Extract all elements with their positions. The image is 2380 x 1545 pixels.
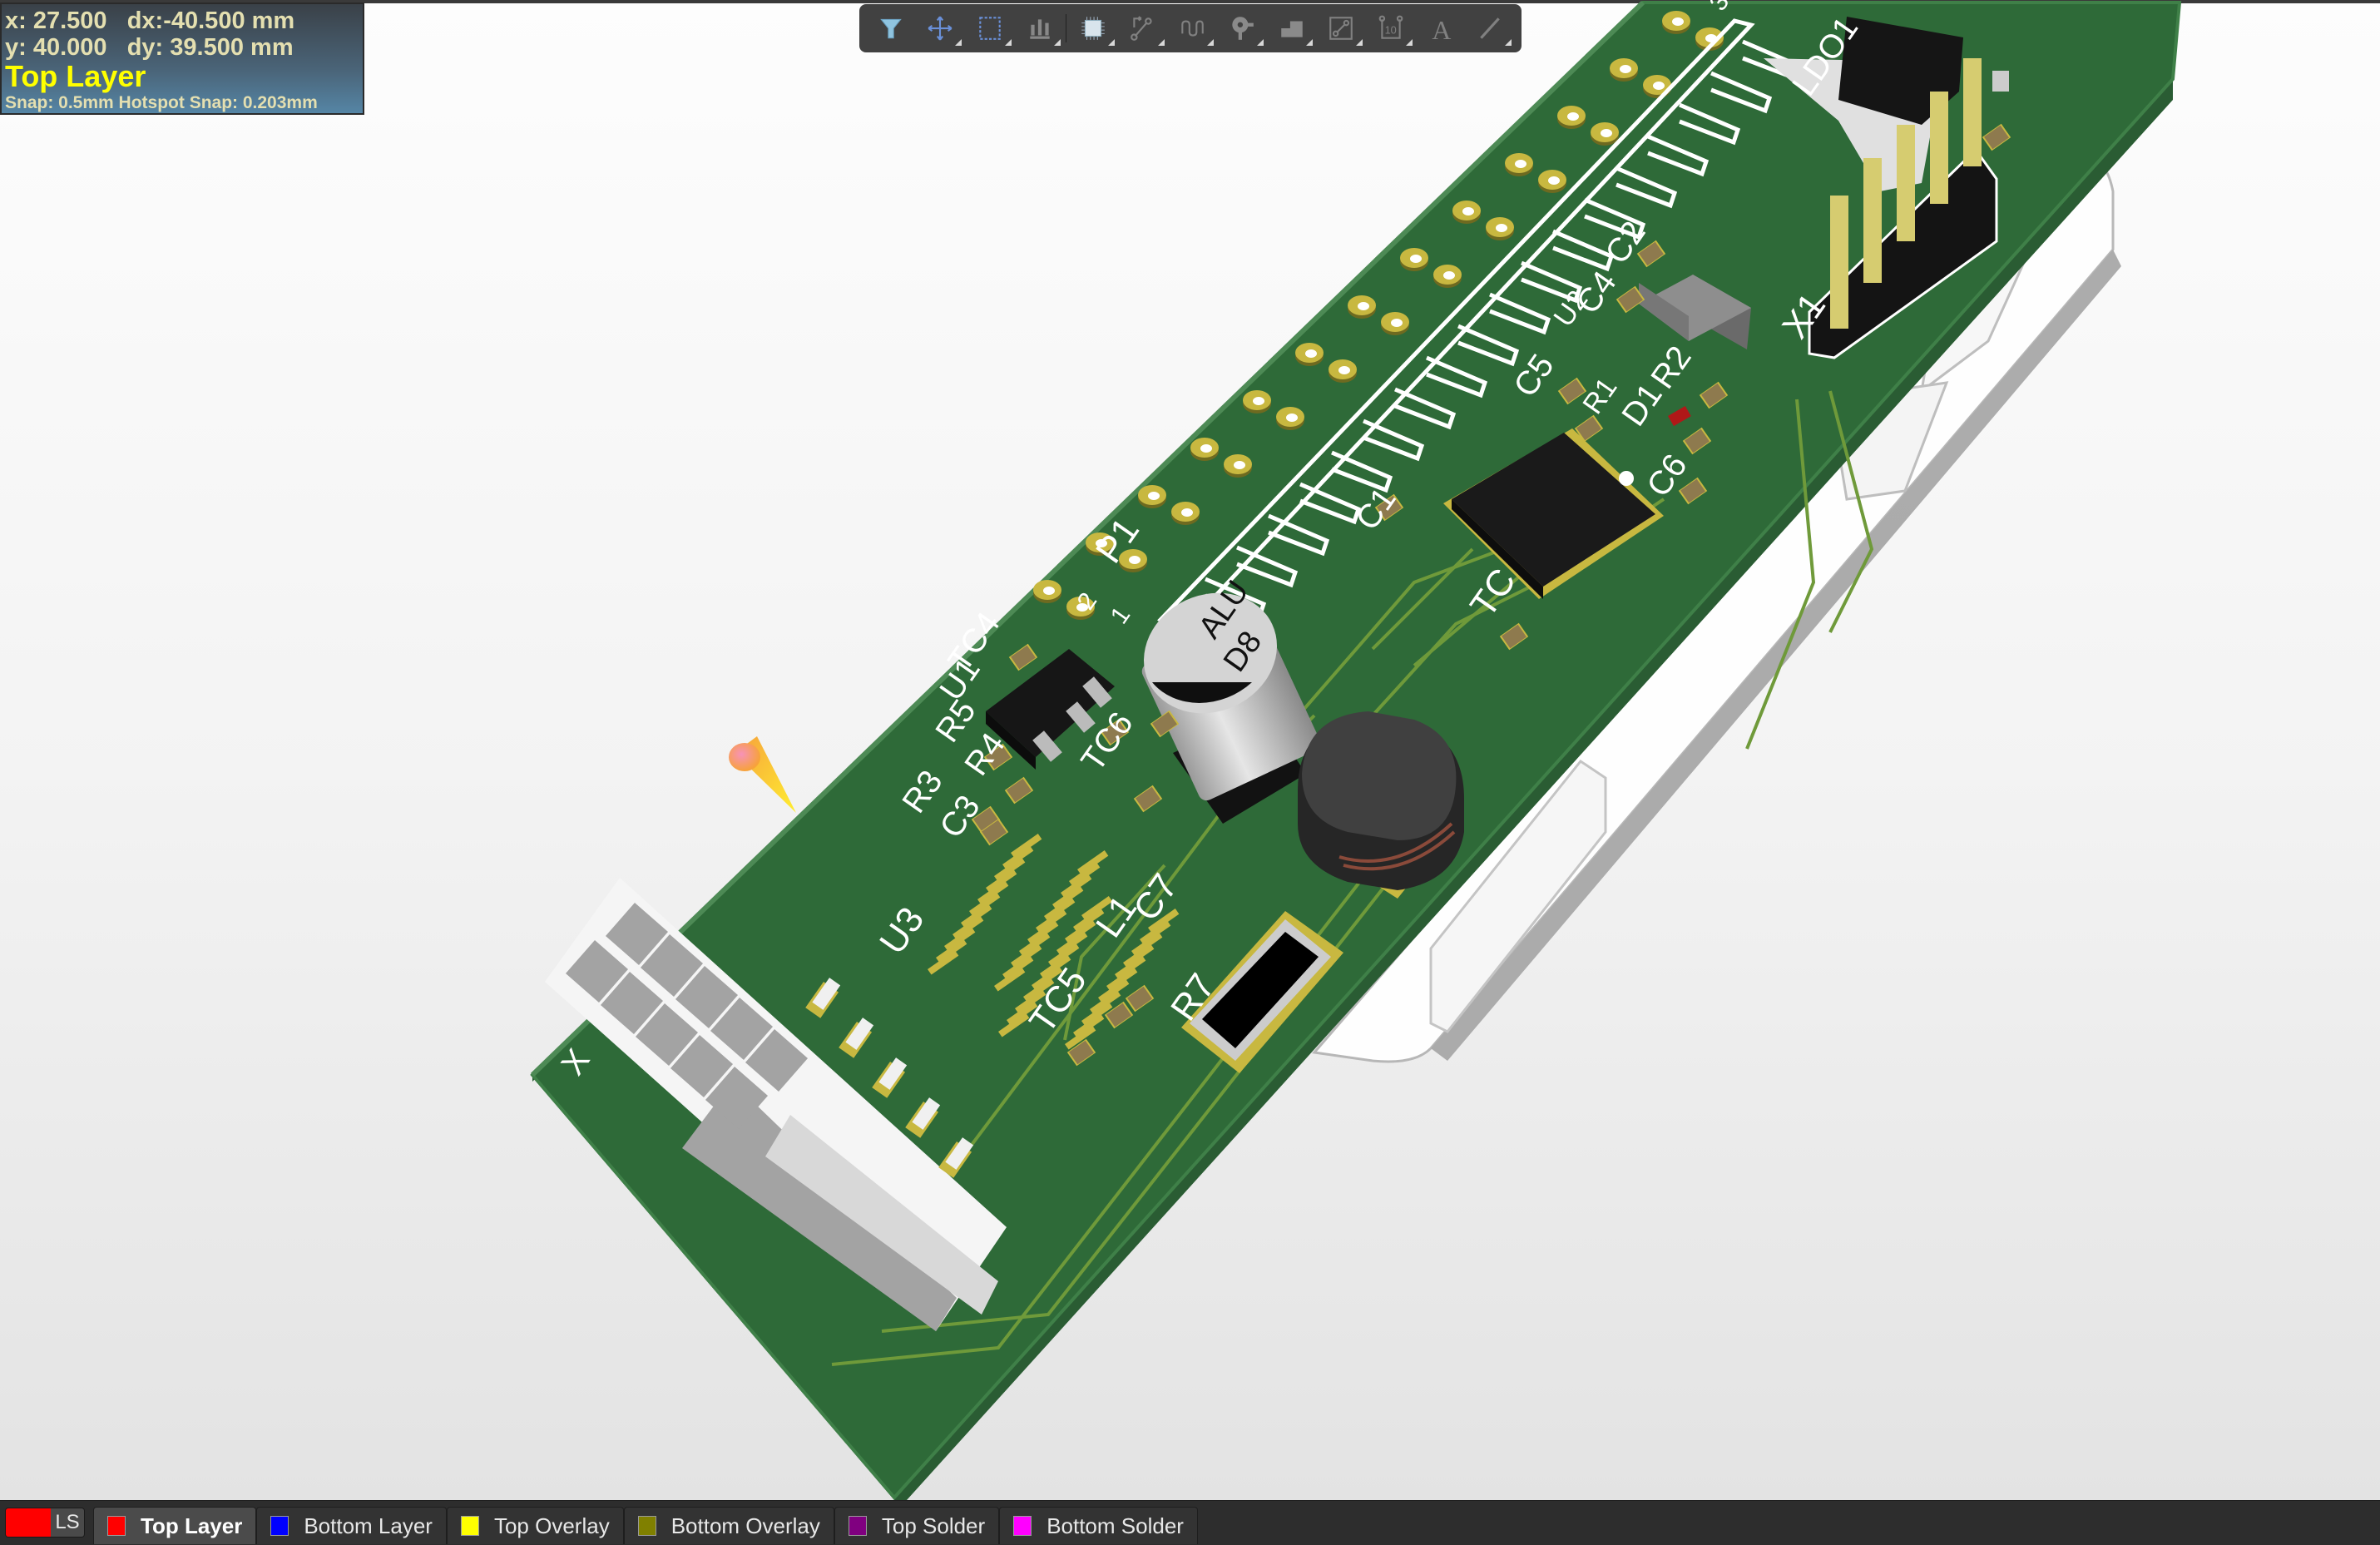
select-rect-icon: [979, 17, 1001, 40]
layer-set-button[interactable]: LS: [5, 1508, 85, 1538]
place-region-button[interactable]: [1316, 7, 1366, 49]
hole-center: [1358, 302, 1369, 310]
dropdown-corner-icon: [1157, 39, 1165, 46]
layer-color-chip: [637, 1516, 656, 1536]
tab-label: Bottom Layer: [304, 1513, 433, 1538]
route-track-button[interactable]: [1118, 7, 1168, 49]
hole-center: [1200, 444, 1212, 453]
place-line-button[interactable]: [1465, 7, 1515, 49]
tab-label: Top Overlay: [493, 1513, 610, 1538]
move-icon: [928, 16, 952, 41]
select-rectangle-button[interactable]: [965, 7, 1015, 49]
route-icon: [1130, 16, 1152, 41]
place-polygon-button[interactable]: [1267, 7, 1317, 49]
tab-bottom-layer[interactable]: Bottom Layer: [256, 1507, 447, 1544]
pcb-3d-scene: ALU D8 P1 1 2 3 LDO1 X1 C1 C2 C4 C5 C6 U…: [530, 0, 2182, 1500]
hole-center: [1620, 65, 1631, 73]
layer-color-chip: [460, 1516, 479, 1536]
hud-current-layer: Top Layer: [5, 59, 146, 93]
hole-center: [1567, 112, 1579, 121]
hole-center: [1672, 17, 1684, 26]
current-layer-color-swatch: [6, 1508, 51, 1537]
layer-color-chip: [107, 1516, 126, 1536]
tuning-icon: [1181, 20, 1205, 37]
layer-color-chip: [848, 1516, 867, 1536]
tab-label: Top Solder: [881, 1513, 986, 1538]
length-tuning-button[interactable]: [1168, 7, 1218, 49]
dropdown-corner-icon: [1356, 39, 1363, 46]
dropdown-corner-icon: [1306, 39, 1314, 46]
move-button[interactable]: [916, 7, 966, 49]
align-button[interactable]: [1015, 7, 1065, 49]
polygon-icon: [1280, 21, 1303, 37]
hole-center: [1043, 587, 1055, 595]
pcb-3d-viewport[interactable]: ALU D8 P1 1 2 3 LDO1 X1 C1 C2 C4 C5 C6 U…: [0, 0, 2380, 1500]
tab-top-overlay[interactable]: Top Overlay: [446, 1507, 624, 1544]
chip-icon: [1081, 17, 1106, 40]
tab-top-layer[interactable]: Top Layer: [93, 1507, 257, 1544]
hole-center: [1462, 207, 1474, 215]
hole-center: [1515, 160, 1526, 168]
coordinate-hud: x: 27.500 dx:-40.500 mm y: 40.000 dy: 39…: [0, 2, 364, 115]
tab-bottom-solder[interactable]: Bottom Solder: [999, 1507, 1198, 1544]
text-icon: A: [1432, 16, 1451, 42]
dropdown-corner-icon: [1054, 39, 1061, 46]
hole-center: [1286, 413, 1298, 422]
dropdown-corner-icon: [1256, 39, 1264, 46]
place-via-button[interactable]: [1217, 7, 1267, 49]
hole-center: [1253, 397, 1264, 405]
place-string-button[interactable]: A: [1416, 7, 1466, 49]
svg-text:10: 10: [1384, 23, 1396, 36]
tab-top-solder[interactable]: Top Solder: [834, 1507, 1000, 1544]
layer-tabs-bar: LS Top Layer Bottom Layer Top Overlay Bo…: [0, 1500, 2380, 1545]
place-component-button[interactable]: [1068, 7, 1118, 49]
active-bar-toolbar: 10 A: [859, 4, 1522, 52]
tab-label: Bottom Solder: [1047, 1513, 1184, 1538]
tab-bottom-overlay[interactable]: Bottom Overlay: [623, 1507, 834, 1544]
cursor-cone-marker: [729, 736, 796, 813]
layer-color-chip: [270, 1516, 289, 1536]
dropdown-corner-icon: [1004, 39, 1012, 46]
hole-center: [1338, 366, 1350, 374]
hole-center: [1391, 319, 1403, 327]
hole-center: [1548, 176, 1560, 185]
hole-center: [1601, 129, 1612, 137]
region-icon: [1329, 17, 1353, 40]
filter-icon: [880, 18, 902, 39]
via-icon: [1232, 17, 1254, 40]
hole-center: [1234, 461, 1245, 469]
hole-center: [1443, 271, 1455, 280]
hole-center: [1410, 255, 1422, 263]
svg-text:A: A: [1432, 16, 1451, 42]
hud-x-readout: x: 27.500 dx:-40.500 mm: [5, 7, 295, 34]
dimension-icon: 10: [1378, 15, 1403, 39]
place-dimension-button[interactable]: 10: [1366, 7, 1416, 49]
dropdown-corner-icon: [1504, 39, 1512, 46]
hud-y-readout: y: 40.000 dy: 39.500 mm: [5, 34, 294, 61]
hole-center: [1496, 224, 1507, 232]
align-icon: [1029, 19, 1050, 39]
hole-center: [1148, 492, 1160, 500]
hole-center: [1305, 349, 1317, 358]
hud-snap-readout: Snap: 0.5mm Hotspot Snap: 0.203mm: [5, 93, 318, 112]
filter-button[interactable]: [866, 7, 916, 49]
line-icon: [1480, 17, 1500, 39]
dropdown-corner-icon: [1405, 39, 1413, 46]
hole-center: [1653, 82, 1665, 90]
dropdown-corner-icon: [955, 39, 962, 46]
hole-center: [1181, 508, 1193, 517]
dropdown-corner-icon: [1108, 39, 1116, 46]
dropdown-corner-icon: [1207, 39, 1215, 46]
layer-set-label: LS: [51, 1508, 84, 1537]
tab-label: Top Layer: [141, 1513, 243, 1538]
layer-color-chip: [1013, 1516, 1032, 1536]
tab-label: Bottom Overlay: [670, 1513, 820, 1538]
